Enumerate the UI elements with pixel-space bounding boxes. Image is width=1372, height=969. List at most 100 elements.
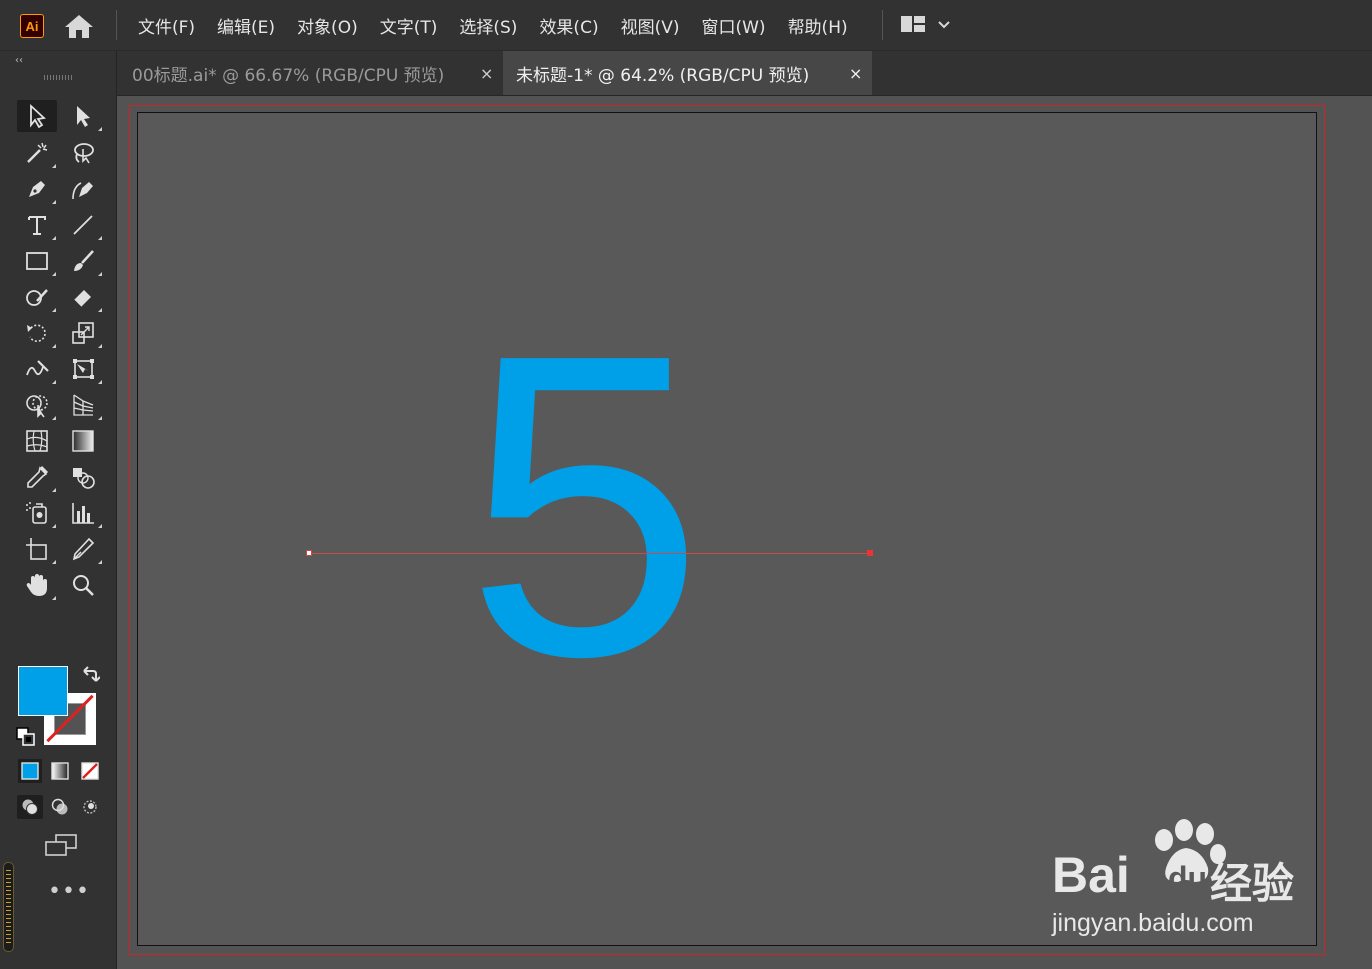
panel-grip[interactable]	[44, 75, 74, 80]
collapse-panel-button[interactable]: ‹‹	[15, 55, 23, 66]
document-tab-1[interactable]: 00标题.ai* @ 66.67% (RGB/CPU 预览) ×	[117, 51, 503, 95]
menu-bar: Ai 文件(F) 编辑(E) 对象(O) 文字(T) 选择(S) 效果(C) 视…	[0, 0, 1372, 51]
menu-type[interactable]: 文字(T)	[369, 13, 449, 38]
rectangle-tool[interactable]	[17, 245, 57, 277]
warp-tool[interactable]	[17, 353, 57, 385]
magic-wand-tool[interactable]	[17, 137, 57, 169]
document-tab-2[interactable]: 未标题-1* @ 64.2% (RGB/CPU 预览) ×	[503, 51, 872, 95]
close-icon[interactable]: ×	[480, 64, 493, 83]
eraser-tool[interactable]	[63, 281, 103, 313]
anchor-point-start[interactable]	[306, 550, 312, 556]
swap-arrow-icon	[83, 666, 101, 682]
menu-edit[interactable]: 编辑(E)	[206, 13, 286, 38]
eraser-icon	[73, 290, 91, 308]
workspace-switcher-button[interactable]	[898, 12, 956, 38]
menu-effect[interactable]: 效果(C)	[528, 13, 609, 38]
default-colors-icon	[16, 727, 35, 746]
panel-resize-handle[interactable]	[3, 862, 14, 952]
draw-inside-button[interactable]	[77, 795, 103, 819]
free-transform-tool[interactable]	[63, 353, 103, 385]
watermark-brand: Bai	[1052, 847, 1130, 903]
close-icon[interactable]: ×	[849, 64, 862, 83]
direct-selection-arrow-icon	[77, 106, 90, 127]
gradient-tool[interactable]	[63, 425, 103, 457]
draw-behind-icon	[51, 798, 68, 815]
selected-line-path[interactable]	[309, 553, 870, 554]
watermark-url: jingyan.baidu.com	[1052, 909, 1254, 937]
zoom-tool[interactable]	[63, 569, 103, 601]
none-mode-button[interactable]	[78, 759, 102, 783]
hand-icon	[26, 574, 47, 596]
workspace-layout-icon	[901, 16, 950, 32]
menu-separator	[116, 10, 117, 40]
tools-panel: ‹‹ •••	[0, 51, 117, 969]
slice-tool[interactable]	[63, 533, 103, 565]
fill-color-swatch-front[interactable]	[18, 666, 68, 716]
rotate-tool[interactable]	[17, 317, 57, 349]
direct-selection-tool[interactable]	[63, 100, 103, 132]
line-segment-tool[interactable]	[63, 209, 103, 241]
menu-select[interactable]: 选择(S)	[448, 13, 528, 38]
draw-normal-button[interactable]	[17, 795, 43, 819]
anchor-point-end[interactable]	[867, 550, 873, 556]
lasso-tool[interactable]	[63, 137, 103, 169]
shaper-icon	[26, 289, 48, 306]
swap-fill-stroke-button[interactable]	[80, 665, 101, 685]
hand-tool[interactable]	[17, 569, 57, 601]
shaper-tool[interactable]	[17, 281, 57, 313]
menu-help[interactable]: 帮助(H)	[777, 13, 859, 38]
mesh-tool[interactable]	[17, 425, 57, 457]
watermark-brand-suffix: du	[1168, 860, 1208, 896]
mesh-icon	[26, 430, 48, 452]
color-mode-button[interactable]	[18, 759, 42, 783]
column-graph-tool[interactable]	[63, 497, 103, 529]
perspective-grid-tool[interactable]	[63, 389, 103, 421]
home-button[interactable]	[62, 12, 96, 40]
warp-icon	[26, 360, 49, 376]
none-swatch-icon	[81, 762, 99, 780]
menu-object[interactable]: 对象(O)	[286, 13, 369, 38]
curvature-pen-icon	[72, 182, 93, 200]
edit-toolbar-button[interactable]: •••	[48, 879, 90, 904]
zoom-magnifier-icon	[73, 575, 94, 596]
shape-builder-tool[interactable]	[17, 389, 57, 421]
watermark-product: 经验	[1210, 859, 1295, 908]
menu-separator	[882, 10, 883, 40]
menu-window[interactable]: 窗口(W)	[690, 13, 776, 38]
free-transform-icon	[73, 359, 94, 379]
menu-file[interactable]: 文件(F)	[127, 13, 206, 38]
canvas-area[interactable]: 5 Bai du 经验 jingyan.baidu.com	[117, 96, 1372, 969]
gradient-mode-button[interactable]	[48, 759, 72, 783]
magic-wand-icon	[27, 142, 48, 163]
selection-tool[interactable]	[17, 100, 57, 132]
eyedropper-tool[interactable]	[17, 461, 57, 493]
blend-tool[interactable]	[63, 461, 103, 493]
draw-inside-icon	[83, 800, 97, 814]
type-icon	[28, 216, 46, 235]
app-logo[interactable]: Ai	[20, 14, 44, 38]
draw-normal-icon	[22, 799, 38, 815]
artboard-tool[interactable]	[17, 533, 57, 565]
type-tool[interactable]	[17, 209, 57, 241]
rectangle-icon	[26, 252, 48, 270]
artboard-icon	[26, 538, 47, 560]
pen-icon	[29, 181, 45, 197]
gradient-swatch-icon	[51, 762, 69, 780]
text-object[interactable]: 5	[465, 291, 704, 721]
draw-behind-button[interactable]	[47, 795, 73, 819]
pen-tool[interactable]	[17, 173, 57, 205]
tab-label: 未标题-1* @ 64.2% (RGB/CPU 预览)	[516, 65, 810, 86]
paintbrush-tool[interactable]	[63, 245, 103, 277]
menu-items: 文件(F) 编辑(E) 对象(O) 文字(T) 选择(S) 效果(C) 视图(V…	[127, 0, 859, 50]
change-screen-mode-button[interactable]	[42, 833, 80, 859]
symbol-sprayer-icon	[26, 502, 47, 524]
curvature-tool[interactable]	[63, 173, 103, 205]
selection-arrow-icon	[30, 103, 46, 129]
tab-label: 00标题.ai* @ 66.67% (RGB/CPU 预览)	[132, 65, 445, 86]
scale-tool[interactable]	[63, 317, 103, 349]
default-fill-stroke-button[interactable]	[16, 727, 36, 747]
shape-builder-icon	[26, 395, 48, 418]
menu-view[interactable]: 视图(V)	[610, 13, 691, 38]
gradient-icon	[72, 430, 94, 452]
symbol-sprayer-tool[interactable]	[17, 497, 57, 529]
